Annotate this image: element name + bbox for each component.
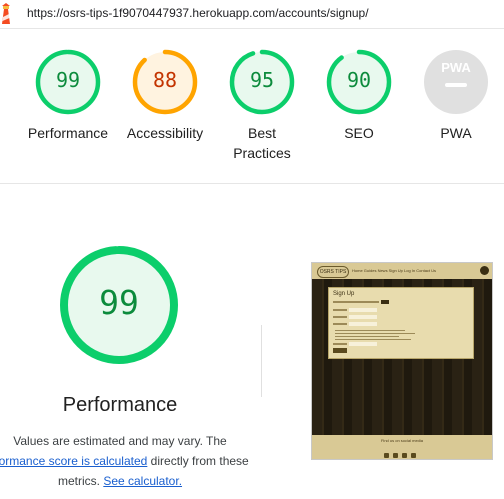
pwa-badge-icon: PWA [424, 50, 488, 114]
thumb-navbar: OSRS TIPS Home Guides News Sign Up Log I… [312, 263, 492, 279]
desc-line-1: Values are estimated and may vary. The [13, 434, 227, 448]
desc-line-2: rformance score is calculated directly f… [0, 451, 252, 471]
desc-line-3-prefix: metrics. [57, 474, 104, 488]
performance-main-score: 99 [99, 283, 139, 322]
gauge-seo[interactable]: 90 [325, 48, 393, 116]
final-screenshot-thumbnail[interactable]: OSRS TIPS Home Guides News Sign Up Log I… [311, 262, 493, 460]
x-icon [393, 453, 398, 458]
gauge-best-practices[interactable]: 95 [228, 48, 296, 116]
desc-line-2-rest: directly from these [147, 454, 249, 468]
thumb-line [333, 301, 379, 303]
thumb-input [349, 322, 377, 326]
thumb-nav-links: Home Guides News Sign Up Log In Contact … [352, 268, 437, 273]
thumb-footer-text: Find us on social media [380, 438, 424, 443]
gauge-seo-score: 90 [346, 68, 372, 92]
thumb-input [349, 308, 377, 312]
thumb-card-title: Sign Up [333, 291, 355, 297]
gauge-performance-label: Performance [27, 125, 109, 141]
facebook-icon [384, 453, 389, 458]
page-url[interactable]: https://osrs-tips-1f9070447937.herokuapp… [27, 6, 369, 20]
thumb-line [333, 309, 347, 311]
pwa-badge-text: PWA [441, 60, 471, 75]
thumb-line [333, 316, 347, 318]
discord-icon [411, 453, 416, 458]
vertical-separator [261, 325, 262, 397]
thumb-line [333, 343, 347, 345]
thumb-line [333, 323, 347, 325]
lighthouse-icon [2, 3, 10, 24]
thumb-social-icons [384, 445, 424, 458]
thumb-line [335, 336, 399, 337]
thumb-line [335, 339, 411, 340]
gauge-best-practices-label-line1: Best [247, 125, 276, 141]
gauge-accessibility-score: 88 [152, 68, 178, 92]
section-divider [0, 183, 504, 184]
gauge-best-practices-score: 95 [249, 68, 275, 92]
thumb-line [335, 333, 415, 334]
gauge-pwa-label: PWA [440, 125, 472, 141]
thumb-signup-card: Sign Up [328, 287, 474, 359]
gauge-accessibility[interactable]: 88 [131, 48, 199, 116]
thumb-avatar-icon [480, 266, 489, 275]
thumb-signup-button [333, 348, 347, 353]
performance-description: Values are estimated and may vary. The r… [0, 431, 252, 491]
gauge-best-practices-label-line2: Practices [233, 145, 291, 161]
see-calculator-link[interactable]: See calculator. [103, 474, 182, 488]
gauge-pwa[interactable]: PWA [422, 48, 490, 116]
thumb-line [335, 330, 405, 331]
gauge-performance-score: 99 [55, 68, 81, 92]
gauge-best-practices-label: Best Practices [212, 123, 312, 163]
gauge-accessibility-label: Accessibility [126, 125, 204, 141]
top-bar: https://osrs-tips-1f9070447937.herokuapp… [0, 0, 504, 29]
desc-line-3: metrics. See calculator. [0, 471, 252, 491]
thumb-input [349, 342, 377, 346]
gauge-performance[interactable]: 99 [34, 48, 102, 116]
thumb-signin-button [381, 300, 389, 304]
performance-main-title: Performance [62, 394, 178, 416]
score-calculated-link[interactable]: rformance score is calculated [0, 454, 147, 468]
thumb-footer: Find us on social media [312, 435, 492, 459]
gauge-seo-label: SEO [344, 125, 374, 141]
thumb-input [349, 315, 377, 319]
youtube-icon [402, 453, 407, 458]
thumb-logo: OSRS TIPS [317, 266, 349, 278]
